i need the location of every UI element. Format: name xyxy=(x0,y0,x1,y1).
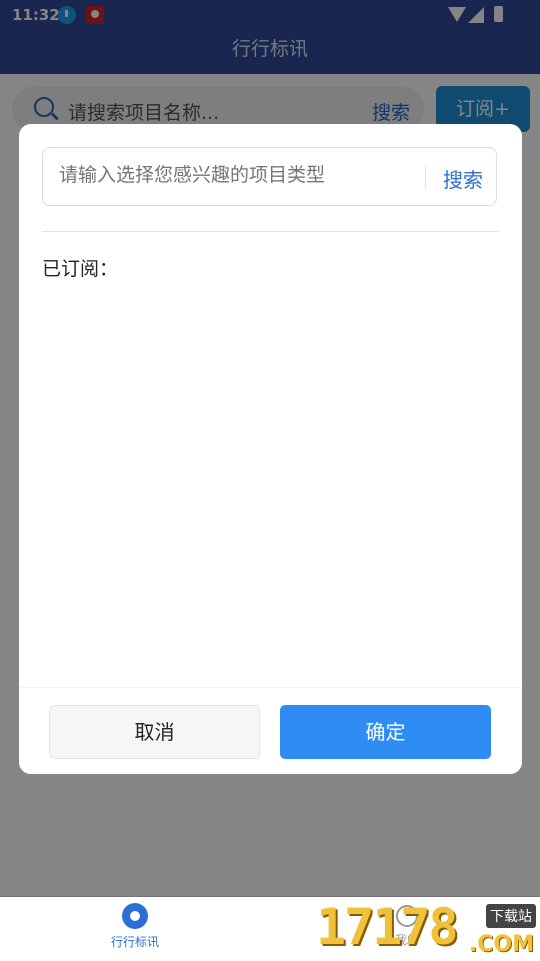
nav-item-label: 行行标讯 xyxy=(110,935,159,949)
dialog-search-input[interactable] xyxy=(57,164,401,188)
nav-item-home[interactable]: 行行标讯 xyxy=(104,903,166,957)
watermark: 17178 下载站 .COM xyxy=(316,898,540,960)
dialog-search-box: 搜索 xyxy=(42,147,497,206)
target-icon xyxy=(122,903,148,929)
watermark-number: 17178 xyxy=(316,898,459,956)
subscribed-label: 已订阅： xyxy=(42,258,119,280)
subscribe-dialog: 搜索 已订阅： 取消 确定 xyxy=(19,124,522,774)
confirm-button[interactable]: 确定 xyxy=(280,705,491,759)
divider xyxy=(425,165,426,189)
dialog-search-button[interactable]: 搜索 xyxy=(443,164,483,193)
cancel-button[interactable]: 取消 xyxy=(49,705,260,759)
watermark-domain: .COM xyxy=(468,932,534,957)
watermark-tag: 下载站 xyxy=(486,904,536,928)
divider xyxy=(42,231,499,232)
dialog-footer: 取消 确定 xyxy=(19,687,522,774)
